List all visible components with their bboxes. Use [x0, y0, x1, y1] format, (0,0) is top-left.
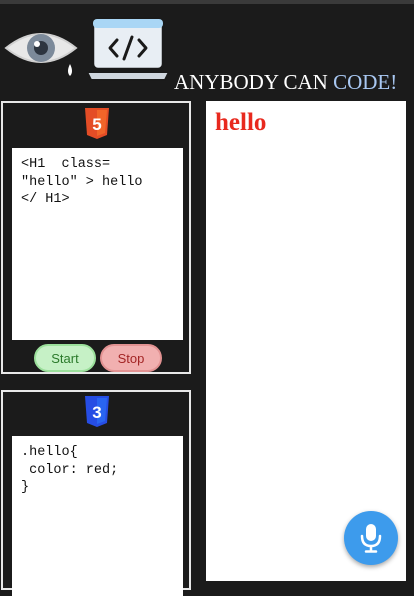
brand-title: ANYBODY CAN CODE!	[174, 70, 397, 95]
css-editor-panel: 3 .hello{ color: red; }	[1, 390, 191, 596]
top-border	[0, 0, 414, 4]
brand-title-accent: CODE!	[333, 70, 398, 94]
svg-text:5: 5	[92, 115, 101, 134]
css3-icon: 3	[85, 396, 109, 427]
start-button[interactable]: Start	[34, 344, 96, 372]
eye-icon	[4, 33, 78, 76]
html-code-editor[interactable]: <H1 class= "hello" > hello </ H1>	[12, 148, 183, 340]
css-code-editor[interactable]: .hello{ color: red; }	[12, 436, 183, 596]
html5-icon: 5	[85, 108, 109, 139]
laptop-code-icon	[86, 17, 170, 81]
stop-button[interactable]: Stop	[100, 344, 162, 372]
html-editor-panel: 5 <H1 class= "hello" > hello </ H1> Star…	[1, 101, 191, 374]
preview-pane: hello	[206, 101, 406, 581]
microphone-button[interactable]	[344, 511, 398, 565]
svg-text:3: 3	[92, 403, 101, 422]
preview-heading: hello	[215, 109, 267, 136]
brand-title-main: ANYBODY CAN	[174, 70, 334, 94]
microphone-icon	[360, 524, 382, 553]
